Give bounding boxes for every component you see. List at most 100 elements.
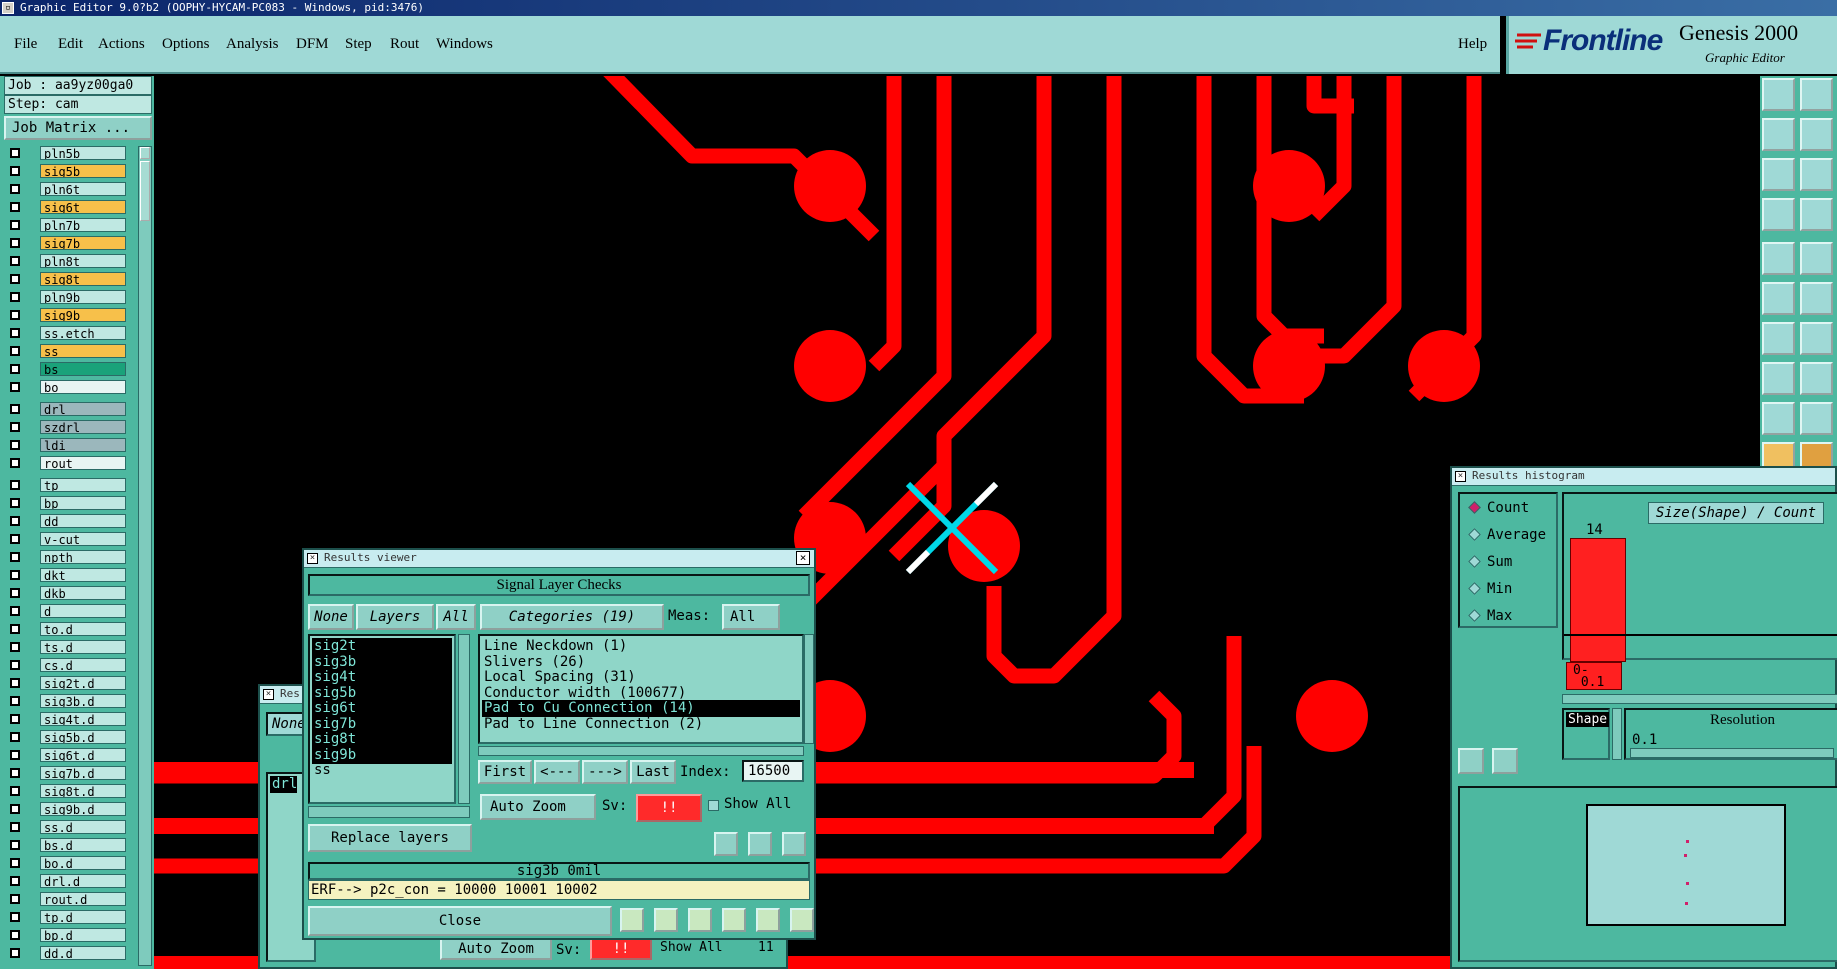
layer-checkbox[interactable]: [10, 570, 20, 580]
layer-name[interactable]: cs.d: [40, 658, 126, 672]
polygon-icon[interactable]: [1762, 402, 1795, 435]
layer-name[interactable]: drl.d: [40, 874, 126, 888]
layers-button[interactable]: Layers: [356, 604, 434, 630]
layer-name[interactable]: pln8t: [40, 254, 126, 268]
option-count[interactable]: Count: [1468, 500, 1529, 516]
layer-checkbox[interactable]: [10, 292, 20, 302]
layer-checkbox[interactable]: [10, 220, 20, 230]
menu-windows[interactable]: Windows: [436, 36, 493, 53]
layer-checkbox[interactable]: [10, 750, 20, 760]
meas-select[interactable]: All: [722, 604, 780, 630]
list-item[interactable]: sig5b: [312, 684, 452, 702]
reference-result-icon[interactable]: [748, 832, 772, 856]
menu-analysis[interactable]: Analysis: [226, 36, 279, 53]
layer-row[interactable]: bs.d: [4, 838, 136, 852]
layer-name[interactable]: bo.d: [40, 856, 126, 870]
list-item[interactable]: sig8t: [312, 731, 452, 748]
layer-row[interactable]: sig2t.d: [4, 676, 136, 690]
last-button[interactable]: Last: [630, 760, 676, 784]
layer-row[interactable]: sig9b: [4, 308, 136, 322]
layer-row[interactable]: bo.d: [4, 856, 136, 870]
histogram-reference-icon[interactable]: [1492, 748, 1518, 774]
layer-checkbox[interactable]: [10, 876, 20, 886]
layer-row[interactable]: to.d: [4, 622, 136, 636]
layer-checkbox[interactable]: [10, 786, 20, 796]
severity-select[interactable]: !!: [636, 794, 702, 822]
layer-row[interactable]: v-cut: [4, 532, 136, 546]
layer-row[interactable]: szdrl: [4, 420, 136, 434]
layer-name[interactable]: ss: [40, 344, 126, 358]
layer-row[interactable]: tp: [4, 478, 136, 492]
layer-checkbox[interactable]: [10, 660, 20, 670]
layer-name[interactable]: sig7b.d: [40, 766, 126, 780]
layer-checkbox[interactable]: [10, 422, 20, 432]
layer-name[interactable]: pln6t: [40, 182, 126, 196]
layer-checkbox[interactable]: [10, 804, 20, 814]
overview-map[interactable]: [1586, 804, 1786, 926]
notes-icon[interactable]: [756, 908, 780, 932]
category-list-vscroll[interactable]: [804, 634, 814, 744]
layer-row[interactable]: pln5b: [4, 146, 136, 160]
category-item[interactable]: Local Spacing (31): [482, 669, 800, 686]
layer-row[interactable]: sig8t.d: [4, 784, 136, 798]
layer-checkbox[interactable]: [10, 480, 20, 490]
layer-name[interactable]: ss.d: [40, 820, 126, 834]
layer-checkbox[interactable]: [10, 328, 20, 338]
layer-checkbox[interactable]: [10, 498, 20, 508]
layer-checkbox[interactable]: [10, 166, 20, 176]
layer-checkbox[interactable]: [10, 552, 20, 562]
categories-button[interactable]: Categories (19): [480, 604, 664, 630]
image-icon[interactable]: [654, 908, 678, 932]
menu-dfm[interactable]: DFM: [296, 36, 329, 53]
histogram-delete-icon[interactable]: [1458, 748, 1484, 774]
snap-cross-icon[interactable]: [1800, 282, 1833, 315]
layer-row[interactable]: pln9b: [4, 290, 136, 304]
layer-row[interactable]: ts.d: [4, 640, 136, 654]
layer-name[interactable]: bo: [40, 380, 126, 394]
layer-name[interactable]: tp.d: [40, 910, 126, 924]
layer-name[interactable]: sig6t: [40, 200, 126, 214]
layer-row[interactable]: sig3b.d: [4, 694, 136, 708]
layer-row[interactable]: ss.etch: [4, 326, 136, 340]
layer-checkbox[interactable]: [10, 148, 20, 158]
layer-name[interactable]: sig9b: [40, 308, 126, 322]
histogram-bar[interactable]: [1570, 538, 1626, 662]
layer-checkbox[interactable]: [10, 458, 20, 468]
option-sum[interactable]: Sum: [1468, 554, 1512, 570]
layer-row[interactable]: d: [4, 604, 136, 618]
job-matrix-button[interactable]: Job Matrix ...: [4, 116, 152, 140]
layer-name[interactable]: bp: [40, 496, 126, 510]
layer-row[interactable]: sig8t: [4, 272, 136, 286]
layer-name[interactable]: sig8t.d: [40, 784, 126, 798]
zoom-home-icon[interactable]: [1762, 78, 1795, 111]
close-icon[interactable]: ×: [263, 689, 274, 700]
layer-name[interactable]: pln9b: [40, 290, 126, 304]
layer-name[interactable]: sig9b.d: [40, 802, 126, 816]
delete-result-icon[interactable]: [714, 832, 738, 856]
layer-row[interactable]: bp: [4, 496, 136, 510]
layer-checkbox[interactable]: [10, 894, 20, 904]
layer-row[interactable]: bs: [4, 362, 136, 376]
category-list[interactable]: Line Neckdown (1) Slivers (26) Local Spaci…: [478, 634, 804, 744]
layer-name[interactable]: npth: [40, 550, 126, 564]
list-item[interactable]: ss: [312, 762, 452, 779]
angle-icon[interactable]: [1762, 322, 1795, 355]
select-feature-icon[interactable]: [1762, 242, 1795, 275]
all-button[interactable]: All: [436, 604, 476, 630]
menu-rout[interactable]: Rout: [390, 36, 419, 53]
layer-row[interactable]: dd: [4, 514, 136, 528]
undo-result-icon[interactable]: [782, 832, 806, 856]
layer-name[interactable]: dd.d: [40, 946, 126, 960]
layer-row[interactable]: sig5b: [4, 164, 136, 178]
layer-row[interactable]: rout: [4, 456, 136, 470]
layer-checkbox[interactable]: [10, 624, 20, 634]
auto-zoom-select[interactable]: Auto Zoom: [480, 794, 596, 820]
close-icon[interactable]: ×: [1455, 471, 1466, 482]
layer-name[interactable]: bs.d: [40, 838, 126, 852]
layer-checkbox[interactable]: [10, 440, 20, 450]
layer-row[interactable]: sig7b.d: [4, 766, 136, 780]
zoom-page-icon[interactable]: [1800, 78, 1833, 111]
layer-checkbox[interactable]: [10, 274, 20, 284]
layer-name[interactable]: sig3b.d: [40, 694, 126, 708]
scroll-up-arrow-icon[interactable]: [140, 147, 150, 159]
